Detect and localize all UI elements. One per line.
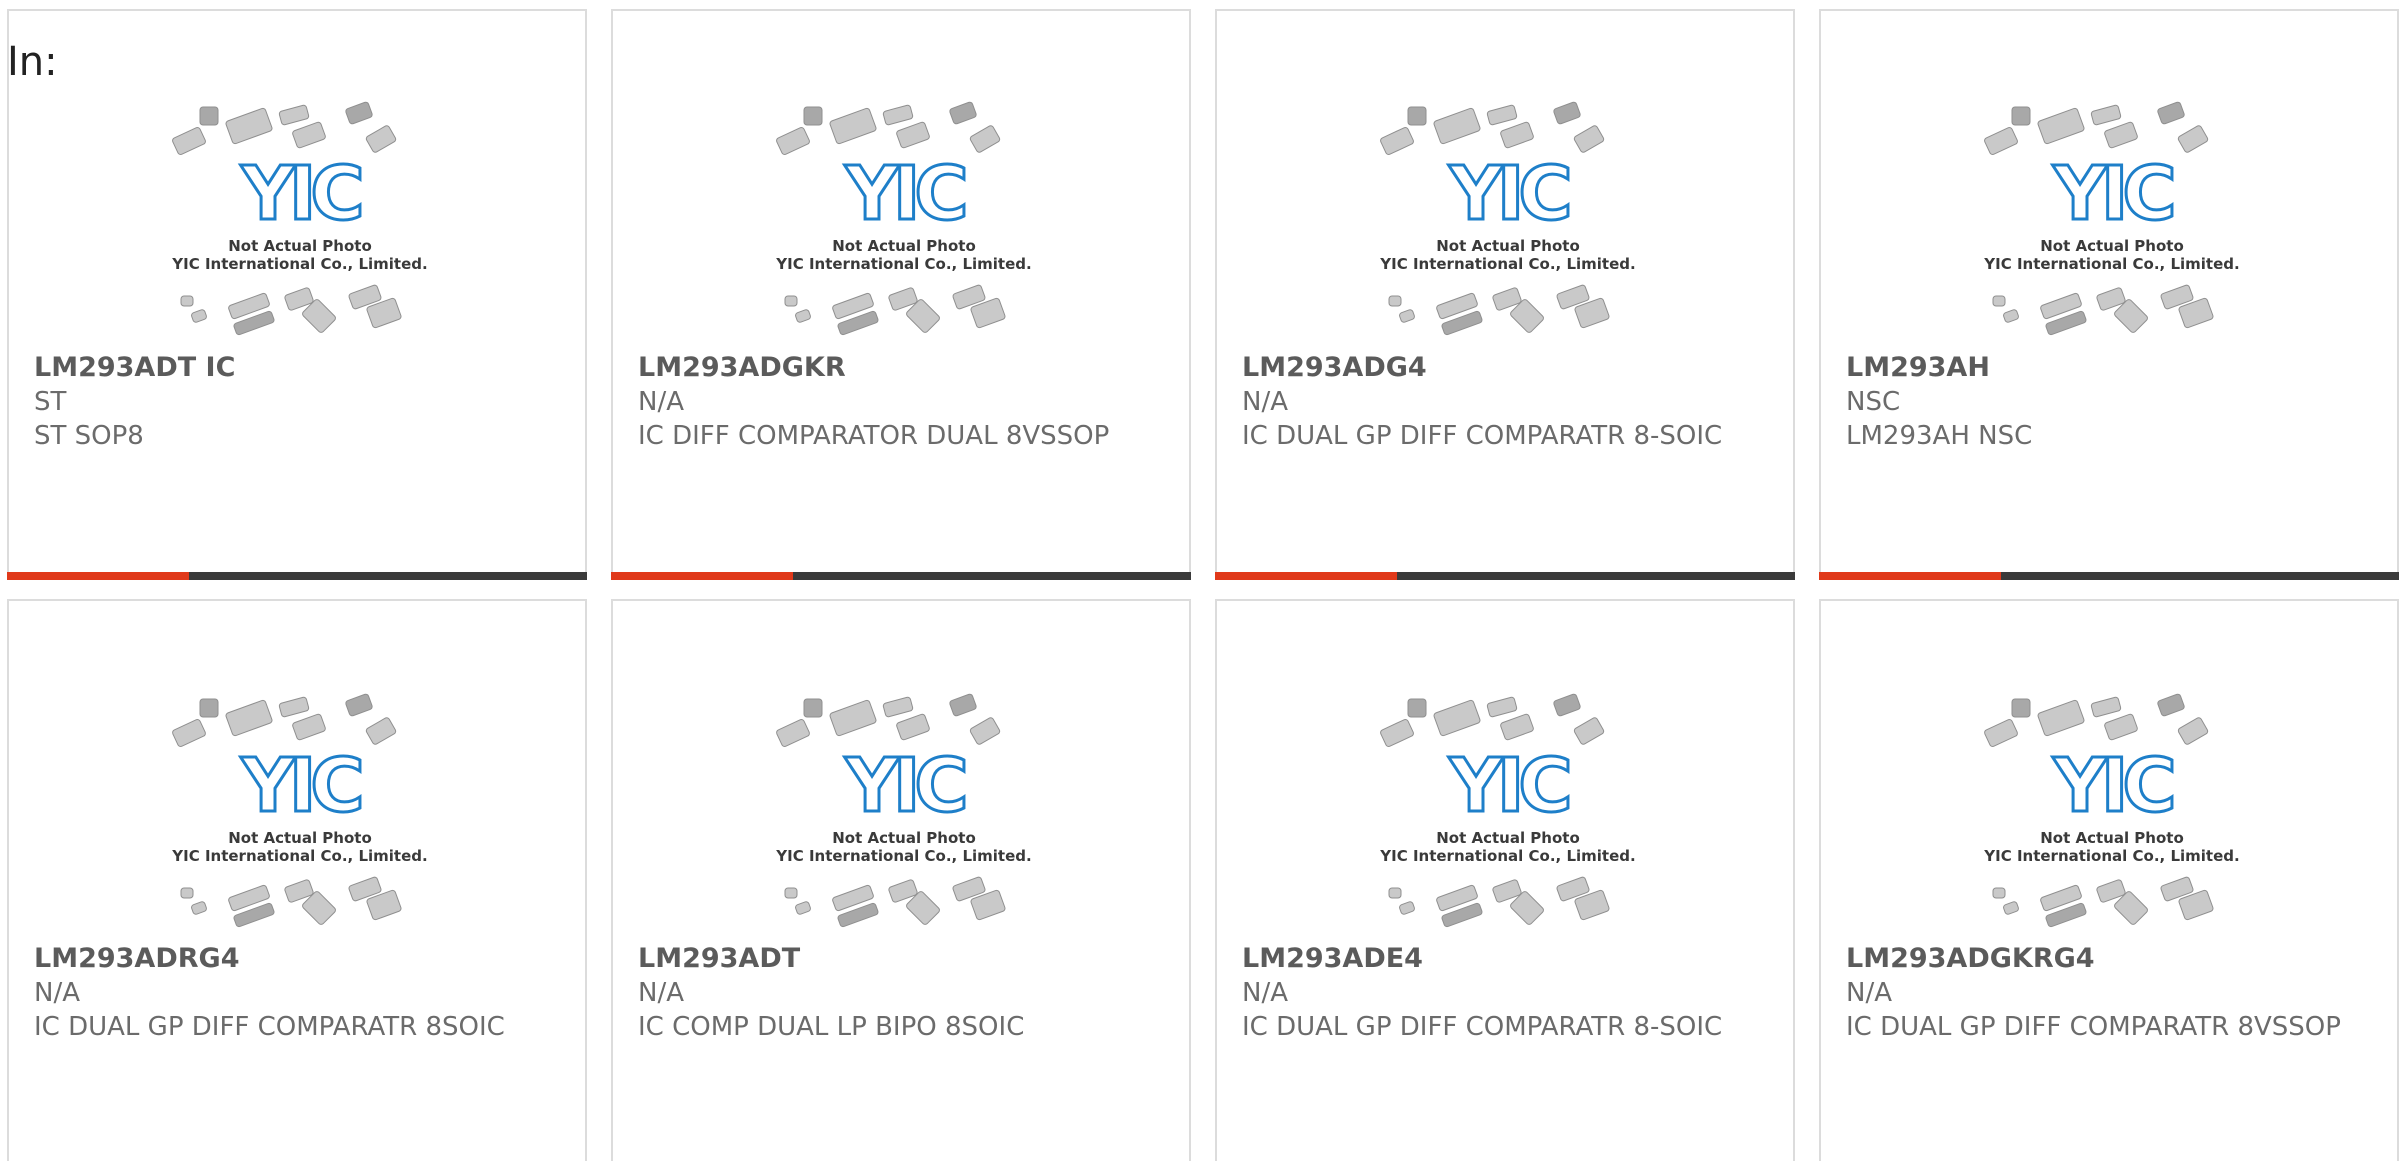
placeholder-caption: YIC International Co., Limited. [775, 847, 1031, 865]
manufacturer: N/A [1242, 387, 1288, 417]
card-bottom-bar [611, 572, 1191, 580]
product-card[interactable]: YIC Not Actual Photo YIC International Co.… [1819, 599, 2399, 1161]
product-card[interactable]: YIC Not Actual Photo YIC International Co.… [1819, 9, 2399, 580]
description: IC DUAL GP DIFF COMPARATR 8VSSOP [1846, 1012, 2341, 1042]
yic-logo: YIC [844, 743, 964, 829]
manufacturer: NSC [1846, 387, 1901, 417]
placeholder-caption: YIC International Co., Limited. [171, 255, 427, 273]
product-card[interactable]: YIC Not Actual Photo YIC International Co.… [7, 9, 587, 580]
part-number[interactable]: LM293ADG4 [1242, 351, 1427, 385]
yic-logo: YIC [240, 151, 360, 237]
placeholder-caption: YIC International Co., Limited. [171, 847, 427, 865]
product-placeholder-image[interactable]: YICNot Actual PhotoYIC International Co.… [1377, 101, 1639, 341]
manufacturer: N/A [1846, 978, 1892, 1008]
placeholder-caption: YIC International Co., Limited. [1379, 847, 1635, 865]
product-grid-page: In: YIC Not Actual Photo YIC International… [0, 0, 2400, 1161]
manufacturer: N/A [34, 978, 80, 1008]
description: LM293AH NSC [1846, 421, 2033, 451]
description: IC COMP DUAL LP BIPO 8SOIC [638, 1012, 1025, 1042]
yic-logo: YIC [1448, 151, 1568, 237]
yic-logo: YIC [844, 151, 964, 237]
manufacturer: N/A [638, 387, 684, 417]
manufacturer: ST [34, 387, 67, 417]
card-bottom-bar [1819, 572, 2399, 580]
card-bottom-bar [7, 572, 587, 580]
product-placeholder-image[interactable]: YICNot Actual PhotoYIC International Co.… [169, 693, 431, 933]
part-number[interactable]: LM293ADT IC [34, 351, 235, 385]
placeholder-caption: Not Actual Photo [1436, 237, 1580, 255]
product-card[interactable]: YIC Not Actual Photo YIC International Co.… [1215, 9, 1795, 580]
yic-logo: YIC [2052, 151, 2172, 237]
yic-logo: YIC [2052, 743, 2172, 829]
placeholder-caption: YIC International Co., Limited. [1983, 255, 2239, 273]
product-placeholder-image[interactable]: YICNot Actual PhotoYIC International Co.… [1981, 101, 2243, 341]
placeholder-caption: Not Actual Photo [832, 237, 976, 255]
part-number[interactable]: LM293ADT [638, 942, 800, 976]
page-heading: In: [7, 39, 58, 85]
placeholder-caption: Not Actual Photo [2040, 237, 2184, 255]
description: ST SOP8 [34, 421, 144, 451]
placeholder-caption: Not Actual Photo [1436, 829, 1580, 847]
part-number[interactable]: LM293ADE4 [1242, 942, 1423, 976]
description: IC DUAL GP DIFF COMPARATR 8-SOIC [1242, 421, 1723, 451]
placeholder-caption: Not Actual Photo [228, 829, 372, 847]
product-placeholder-image[interactable]: YICNot Actual PhotoYIC International Co.… [169, 101, 431, 341]
product-card[interactable]: YIC Not Actual Photo YIC International Co.… [1215, 599, 1795, 1161]
product-card[interactable]: YIC Not Actual Photo YIC International Co.… [7, 599, 587, 1161]
card-bottom-bar [1215, 572, 1795, 580]
product-placeholder-image[interactable]: YICNot Actual PhotoYIC International Co.… [1377, 693, 1639, 933]
placeholder-caption: YIC International Co., Limited. [1379, 255, 1635, 273]
product-card[interactable]: YIC Not Actual Photo YIC International Co.… [611, 599, 1191, 1161]
placeholder-caption: Not Actual Photo [228, 237, 372, 255]
placeholder-caption: YIC International Co., Limited. [1983, 847, 2239, 865]
description: IC DUAL GP DIFF COMPARATR 8SOIC [34, 1012, 505, 1042]
placeholder-caption: Not Actual Photo [832, 829, 976, 847]
description: IC DIFF COMPARATOR DUAL 8VSSOP [638, 421, 1110, 451]
product-card[interactable]: YIC Not Actual Photo YIC International Co.… [611, 9, 1191, 580]
product-placeholder-image[interactable]: YICNot Actual PhotoYIC International Co.… [773, 693, 1035, 933]
yic-logo: YIC [1448, 743, 1568, 829]
part-number[interactable]: LM293ADRG4 [34, 942, 239, 976]
part-number[interactable]: LM293ADGKRG4 [1846, 942, 2095, 976]
description: IC DUAL GP DIFF COMPARATR 8-SOIC [1242, 1012, 1723, 1042]
product-placeholder-image[interactable]: YICNot Actual PhotoYIC International Co.… [773, 101, 1035, 341]
manufacturer: N/A [1242, 978, 1288, 1008]
manufacturer: N/A [638, 978, 684, 1008]
part-number[interactable]: LM293ADGKR [638, 351, 846, 385]
placeholder-caption: YIC International Co., Limited. [775, 255, 1031, 273]
yic-logo: YIC [240, 743, 360, 829]
placeholder-caption: Not Actual Photo [2040, 829, 2184, 847]
product-placeholder-image[interactable]: YICNot Actual PhotoYIC International Co.… [1981, 693, 2243, 933]
part-number[interactable]: LM293AH [1846, 351, 1990, 385]
